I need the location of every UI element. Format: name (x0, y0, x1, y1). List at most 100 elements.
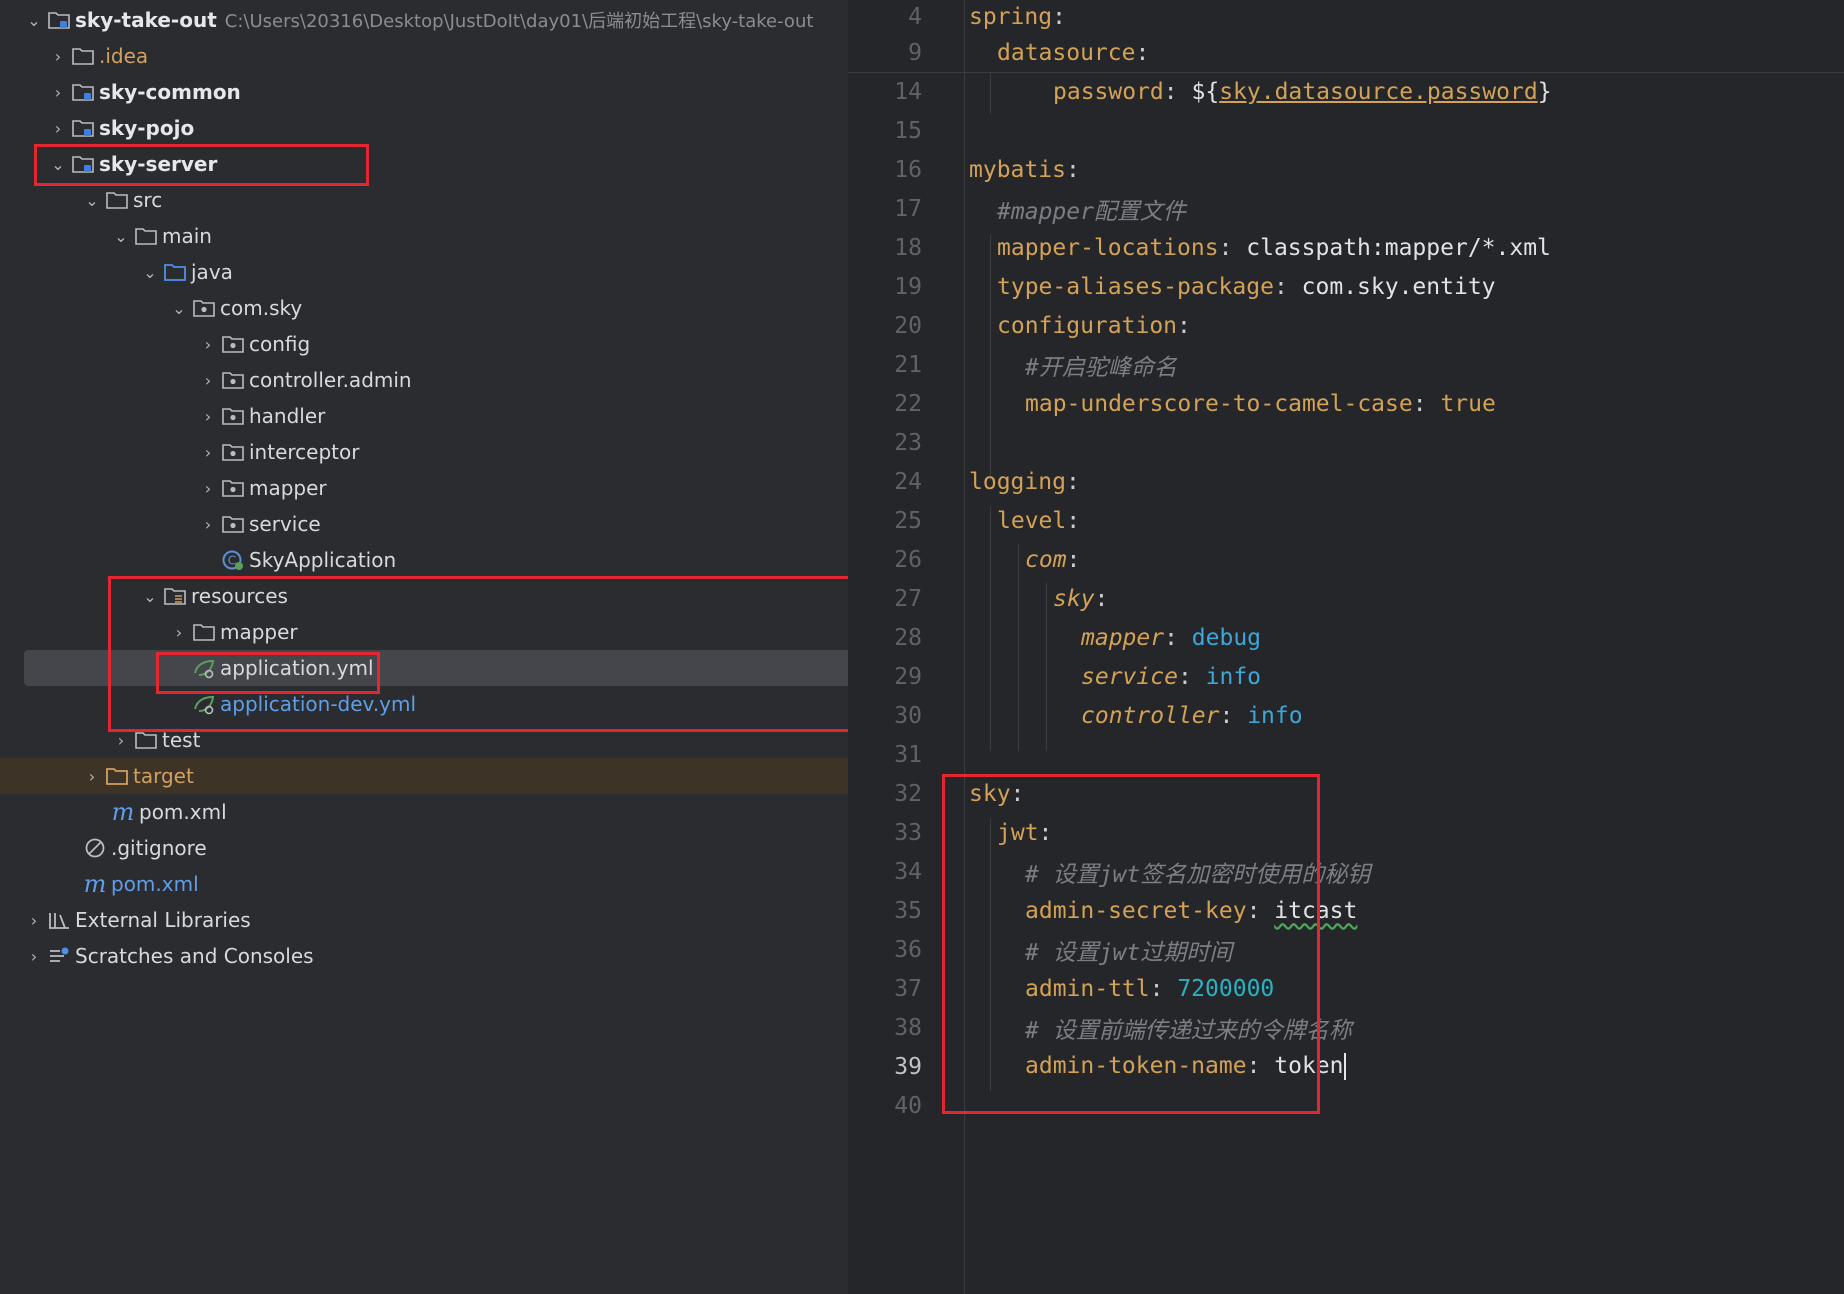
chevron-down-icon[interactable]: ⌄ (167, 299, 191, 318)
chevron-right-icon[interactable]: › (196, 479, 220, 498)
package-icon (220, 332, 246, 356)
tree-item-scratches[interactable]: › Scratches and Consoles (0, 938, 848, 974)
chevron-right-icon[interactable]: › (196, 407, 220, 426)
chevron-right-icon[interactable]: › (22, 911, 46, 930)
chevron-right-icon[interactable]: › (46, 47, 70, 66)
tree-label: .idea (99, 44, 149, 68)
tree-label: .gitignore (111, 836, 207, 860)
project-tree-panel: ⌄ sky-take-out C:\Users\20316\Desktop\Ju… (0, 0, 848, 1294)
package-icon (220, 512, 246, 536)
chevron-down-icon[interactable]: ⌄ (138, 263, 162, 282)
maven-icon: m (111, 798, 135, 826)
code-line-31[interactable]: 31 (848, 735, 1844, 774)
tree-label: sky-take-out (75, 8, 217, 32)
text-caret (1343, 1053, 1346, 1080)
package-icon (191, 296, 217, 320)
folder-icon (133, 224, 159, 248)
tree-item-handler[interactable]: › handler (0, 398, 848, 434)
tree-label: service (249, 512, 321, 536)
chevron-right-icon[interactable]: › (109, 731, 133, 750)
chevron-right-icon[interactable]: › (22, 947, 46, 966)
package-icon (220, 404, 246, 428)
code-line-19[interactable]: 19 type-aliases-package: com.sky.entity (848, 267, 1844, 306)
tree-item-root-pom[interactable]: › m pom.xml (0, 866, 848, 902)
package-icon (220, 368, 246, 392)
package-icon (220, 440, 246, 464)
code-line-15[interactable]: 15 (848, 111, 1844, 150)
chevron-right-icon[interactable]: › (196, 515, 220, 534)
source-folder-icon (162, 260, 188, 284)
tree-item-sky-common[interactable]: › sky-common (0, 74, 848, 110)
tree-item-server-pom[interactable]: › m pom.xml (0, 794, 848, 830)
code-line-28[interactable]: 28 mapper: debug (848, 618, 1844, 657)
tree-item-mapper[interactable]: › mapper (0, 470, 848, 506)
chevron-right-icon[interactable]: › (196, 371, 220, 390)
chevron-right-icon[interactable]: › (46, 119, 70, 138)
tree-label: controller.admin (249, 368, 412, 392)
tree-label: java (191, 260, 233, 284)
chevron-right-icon[interactable]: › (80, 767, 104, 786)
tree-label: sky-pojo (99, 116, 195, 140)
tree-label: main (162, 224, 212, 248)
tree-item-config[interactable]: › config (0, 326, 848, 362)
chevron-right-icon[interactable]: › (196, 443, 220, 462)
spring-class-icon: C (220, 548, 246, 572)
sticky-line[interactable]: 4 spring: (848, 0, 1844, 36)
tree-label: SkyApplication (249, 548, 397, 572)
module-folder-icon (70, 116, 96, 140)
tree-item-main[interactable]: ⌄ main (0, 218, 848, 254)
tree-item-com-sky[interactable]: ⌄ com.sky (0, 290, 848, 326)
tree-item-src[interactable]: ⌄ src (0, 182, 848, 218)
tree-label: config (249, 332, 311, 356)
chevron-right-icon[interactable]: › (196, 335, 220, 354)
chevron-down-icon[interactable]: ⌄ (22, 11, 46, 30)
code-line-30[interactable]: 30 controller: info (848, 696, 1844, 735)
library-icon (46, 908, 72, 932)
tree-label: pom.xml (111, 872, 199, 896)
code-line-17[interactable]: 17 #mapper配置文件 (848, 189, 1844, 228)
sticky-line[interactable]: 9 datasource: (848, 33, 1844, 72)
code-line-27[interactable]: 27 sky: (848, 579, 1844, 618)
tree-label: External Libraries (75, 908, 251, 932)
code-line-20[interactable]: 20 configuration: (848, 306, 1844, 345)
tree-item-service[interactable]: › service (0, 506, 848, 542)
code-line-25[interactable]: 25 level: (848, 501, 1844, 540)
ide-window: ⌄ sky-take-out C:\Users\20316\Desktop\Ju… (0, 0, 1844, 1294)
chevron-down-icon[interactable]: ⌄ (109, 227, 133, 246)
highlight-sky-jwt-config (942, 774, 1320, 1114)
svg-text:C: C (228, 554, 236, 568)
module-folder-icon (70, 80, 96, 104)
tree-item-sky-take-out[interactable]: ⌄ sky-take-out C:\Users\20316\Desktop\Ju… (0, 2, 848, 38)
chevron-down-icon[interactable]: ⌄ (80, 191, 104, 210)
code-line-26[interactable]: 26 com: (848, 540, 1844, 579)
project-path: C:\Users\20316\Desktop\JustDoIt\day01\后端… (224, 11, 814, 32)
tree-label: src (133, 188, 163, 212)
tree-item-idea[interactable]: › .idea (0, 38, 848, 74)
tree-item-sky-application[interactable]: › C SkyApplication (0, 542, 848, 578)
code-line-23[interactable]: 23 (848, 423, 1844, 462)
code-editor[interactable]: 4 spring: 9 datasource: 14 password: ${s… (848, 0, 1844, 1294)
tree-item-gitignore[interactable]: › .gitignore (0, 830, 848, 866)
tree-item-target[interactable]: › target (0, 758, 848, 794)
tree-item-external-libraries[interactable]: › External Libraries (0, 902, 848, 938)
code-line-18[interactable]: 18 mapper-locations: classpath:mapper/*.… (848, 228, 1844, 267)
tree-label: pom.xml (139, 800, 227, 824)
tree-item-interceptor[interactable]: › interceptor (0, 434, 848, 470)
code-line-16[interactable]: 16 mybatis: (848, 150, 1844, 189)
highlight-application-yml (156, 652, 380, 694)
tree-label: Scratches and Consoles (75, 944, 314, 968)
ignore-file-icon (82, 836, 108, 860)
tree-item-controller-admin[interactable]: › controller.admin (0, 362, 848, 398)
scratches-icon (46, 944, 72, 968)
maven-icon: m (83, 870, 107, 898)
tree-item-java[interactable]: ⌄ java (0, 254, 848, 290)
code-line-24[interactable]: 24 logging: (848, 462, 1844, 501)
chevron-right-icon[interactable]: › (46, 83, 70, 102)
code-line-22[interactable]: 22 map-underscore-to-camel-case: true (848, 384, 1844, 423)
code-line-29[interactable]: 29 service: info (848, 657, 1844, 696)
tree-item-sky-pojo[interactable]: › sky-pojo (0, 110, 848, 146)
code-line-14[interactable]: 14 password: ${sky.datasource.password} (848, 72, 1844, 111)
highlight-sky-server (34, 144, 369, 186)
code-line-21[interactable]: 21 #开启驼峰命名 (848, 345, 1844, 384)
tree-label: interceptor (249, 440, 360, 464)
